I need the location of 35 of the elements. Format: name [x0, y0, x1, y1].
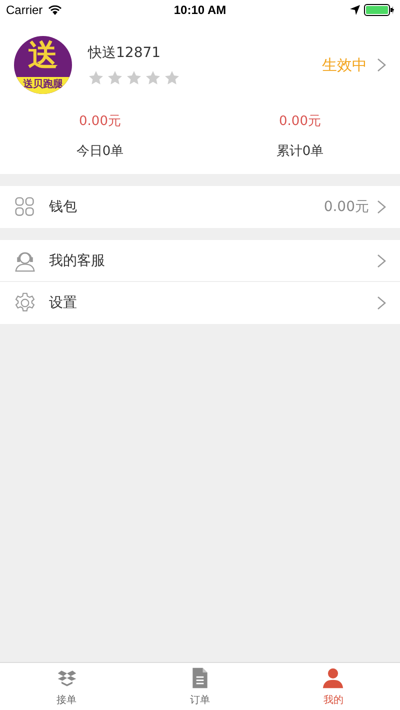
settings-icon — [14, 292, 36, 314]
tab-button[interactable]: 我的 — [266, 663, 400, 710]
wifi-icon — [46, 4, 63, 16]
location-icon — [350, 5, 360, 15]
logo-glyph: 送 — [28, 38, 58, 74]
menu-label: 钱包 — [49, 198, 78, 216]
amount-value: 0.00元 — [279, 113, 321, 130]
chevron-right-icon — [377, 254, 386, 268]
star-icon — [107, 70, 123, 86]
menu-row[interactable]: 钱包 0.00元 — [0, 186, 400, 228]
carrier-name: Carrier — [6, 3, 43, 17]
clock-time: 10:10 AM — [174, 3, 226, 17]
order-count: 今日0单 — [76, 143, 124, 160]
star-icon — [164, 70, 180, 86]
person-icon — [322, 666, 344, 688]
grid-icon — [14, 196, 36, 218]
battery-icon — [364, 4, 394, 16]
chevron-right-icon — [377, 200, 386, 214]
chevron-right-icon — [377, 296, 386, 310]
menu-row[interactable]: 我的客服 — [0, 240, 400, 282]
star-icon — [126, 70, 142, 86]
menu-value: 0.00元 — [324, 198, 369, 216]
star-icon — [145, 70, 161, 86]
menu-row[interactable]: 设置 — [0, 282, 400, 324]
tab-button[interactable]: 订单 — [133, 663, 267, 710]
amount-value: 0.00元 — [79, 113, 121, 130]
menu-label: 我的客服 — [49, 252, 106, 270]
logo-caption: 送贝跑腿 — [14, 77, 72, 94]
chevron-right-icon — [377, 58, 386, 72]
tab-button[interactable]: 接单 — [0, 663, 134, 710]
courier-name: 快送12871 — [88, 44, 162, 62]
menu-label: 设置 — [49, 294, 78, 312]
star-icon — [88, 70, 104, 86]
order-count: 累计0单 — [276, 143, 324, 160]
headset-person-icon — [14, 250, 36, 272]
